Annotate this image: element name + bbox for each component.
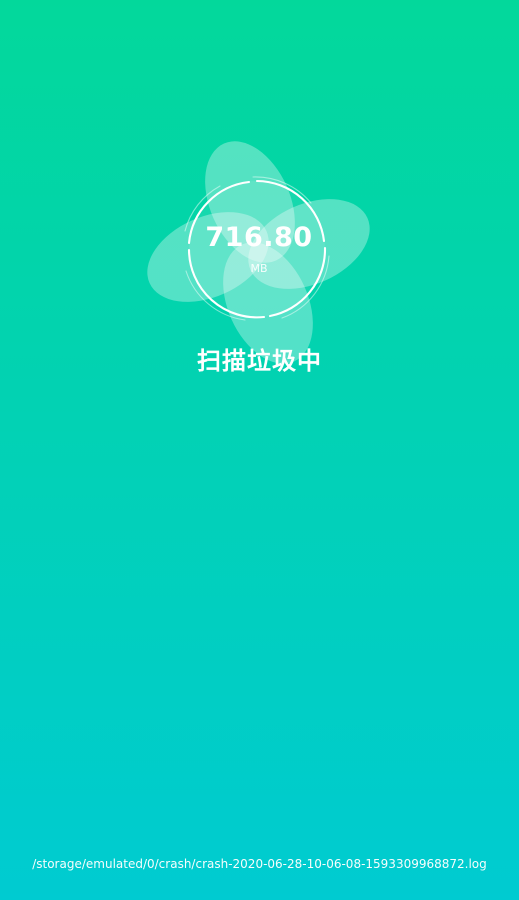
- scan-size-unit: MB: [250, 262, 268, 275]
- scan-size-value: 716.80: [205, 222, 313, 253]
- scan-status-text: 扫描垃圾中: [197, 347, 322, 375]
- current-scan-path: /storage/emulated/0/crash/crash-2020-06-…: [32, 857, 487, 871]
- scan-visual: 716.80 MB: [128, 120, 390, 382]
